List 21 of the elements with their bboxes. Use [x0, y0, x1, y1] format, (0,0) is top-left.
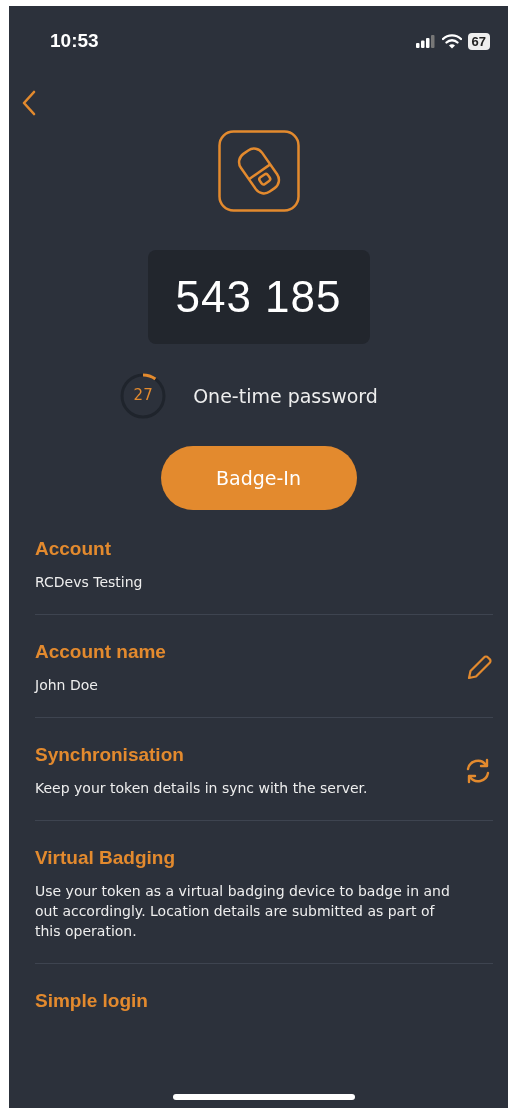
- wifi-icon: [441, 33, 462, 49]
- pencil-icon[interactable]: [465, 654, 493, 682]
- signal-icon: [415, 34, 436, 48]
- badge-in-button[interactable]: Badge-In: [160, 446, 357, 510]
- back-icon[interactable]: [21, 90, 37, 116]
- countdown-seconds: 27: [132, 386, 154, 404]
- countdown-ring: [119, 372, 168, 420]
- otp-code: 543 185: [147, 250, 370, 344]
- section-title: Simple login: [35, 990, 149, 1012]
- token-device-icon: [217, 130, 300, 212]
- battery-indicator: 67: [467, 32, 490, 50]
- section-title: Synchronisation: [35, 744, 185, 766]
- status-time: 10:53: [50, 30, 99, 52]
- section-title: Account name: [35, 641, 167, 663]
- section-title: Virtual Badging: [35, 847, 177, 869]
- section-title: Account: [35, 538, 112, 560]
- section-description: Use your token as a virtual badging device to badge in and out accordingly. Location details are submitted as part of this operation.: [35, 882, 451, 941]
- section-description: Keep your token details in sync with the server.: [35, 779, 369, 798]
- otp-label: One-time password: [193, 385, 378, 407]
- section-description: John Doe: [35, 676, 99, 695]
- section-description: RCDevs Testing: [35, 573, 144, 592]
